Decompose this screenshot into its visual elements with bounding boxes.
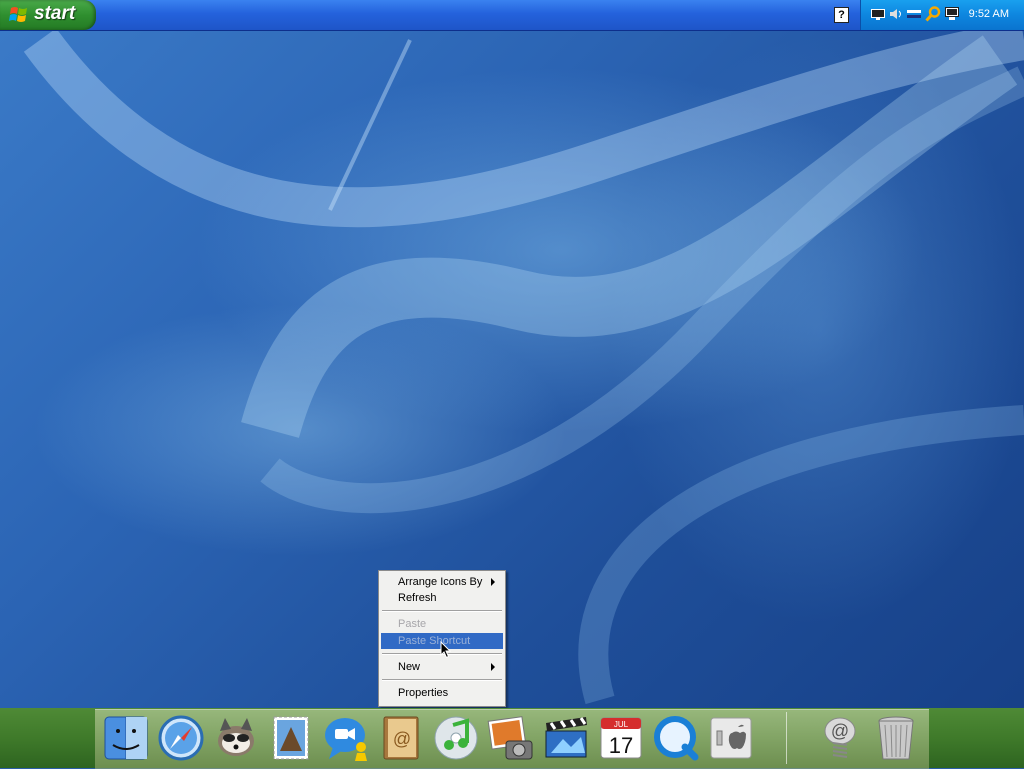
ichat-icon[interactable] (321, 713, 371, 763)
trash-icon[interactable] (871, 713, 921, 763)
menu-item-new[interactable]: New (381, 659, 503, 675)
desktop-context-menu: Arrange Icons By Refresh Paste Paste Sho… (378, 570, 506, 707)
wallpaper-swoosh (23, 20, 1024, 705)
calendar-month: JUL (614, 720, 629, 729)
menu-item-paste[interactable]: Paste (381, 616, 503, 632)
taskbar: start ? 9:52 AM (0, 0, 1024, 31)
system-preferences-icon[interactable] (706, 713, 756, 763)
desktop-background[interactable] (0, 0, 1024, 768)
menu-item-label: Paste (398, 618, 427, 630)
volume-icon[interactable] (889, 8, 903, 20)
network-icon[interactable] (907, 8, 921, 20)
display-icon[interactable] (945, 7, 959, 21)
menu-item-refresh[interactable]: Refresh (381, 590, 503, 606)
mail-stamp-icon[interactable] (266, 713, 316, 763)
finder-icon[interactable] (101, 713, 151, 763)
ical-icon[interactable]: JUL 17 (596, 713, 646, 763)
svg-text:@: @ (393, 729, 411, 749)
mail-spring-icon[interactable]: @ (815, 713, 865, 763)
menu-item-arrange-icons-by[interactable]: Arrange Icons By (381, 574, 503, 590)
calendar-day: 17 (609, 733, 633, 758)
imovie-icon[interactable] (541, 713, 591, 763)
search-icon[interactable] (925, 6, 941, 22)
system-tray: 9:52 AM (860, 0, 1024, 30)
quicktime-icon[interactable] (651, 713, 701, 763)
monitor-icon[interactable] (871, 8, 885, 20)
menu-item-label: Paste Shortcut (398, 635, 471, 647)
menu-item-label: Refresh (398, 592, 437, 604)
start-button[interactable]: start (0, 0, 96, 30)
menu-item-label: Properties (398, 687, 449, 699)
dock-divider (786, 712, 787, 764)
submenu-arrow-icon (491, 578, 495, 586)
menu-item-label: New (398, 661, 421, 673)
start-label: start (34, 3, 76, 24)
submenu-arrow-icon (491, 663, 495, 671)
menu-item-properties[interactable]: Properties (381, 685, 503, 701)
mouse-cursor-icon (440, 641, 452, 659)
clock[interactable]: 9:52 AM (969, 8, 1009, 20)
raccoon-icon[interactable] (211, 713, 261, 763)
menu-separator (382, 679, 502, 681)
windows-logo-icon (9, 7, 27, 22)
help-icon[interactable]: ? (834, 7, 849, 23)
svg-text:@: @ (831, 721, 849, 741)
safari-icon[interactable] (156, 713, 206, 763)
iphoto-icon[interactable] (486, 713, 536, 763)
menu-separator (382, 610, 502, 612)
menu-item-label: Arrange Icons By (398, 576, 483, 588)
address-book-icon[interactable]: @ (376, 713, 426, 763)
itunes-icon[interactable] (431, 713, 481, 763)
